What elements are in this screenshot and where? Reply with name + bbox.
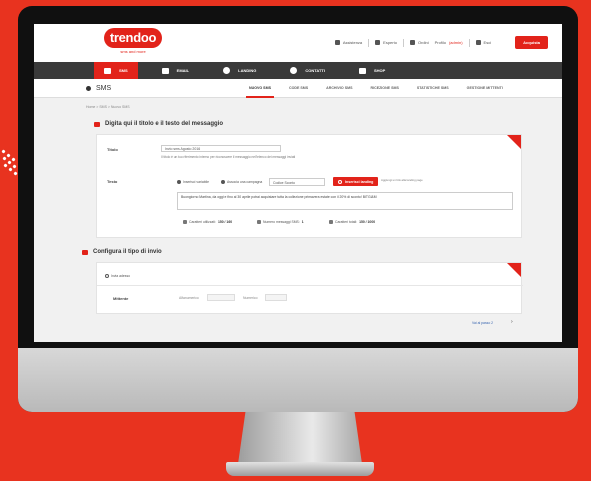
numeric-select[interactable] (265, 294, 287, 301)
top-actions: Assistenza Esperto Ordini Profilo (admin… (334, 36, 548, 49)
sms-count-counter: Numero messaggi SMS: 1 (257, 220, 304, 224)
chars-icon (183, 220, 187, 224)
monitor-stand (238, 412, 362, 464)
edit-icon (94, 121, 100, 127)
insert-landing-button[interactable]: Inserisci landing (333, 177, 379, 186)
alphanumeric-label: Alfanumerico (179, 296, 199, 300)
radio-campaign[interactable]: Associa una campagna (221, 180, 262, 184)
chevron-right-icon[interactable]: › (511, 319, 513, 325)
numeric-label: Numerico (243, 296, 258, 300)
screen: trendoo sms and more Assistenza Esperto … (34, 24, 562, 342)
sms-bubble-icon (86, 85, 91, 91)
nav-item-contacts[interactable]: CONTATTI (280, 62, 335, 79)
landing-hint: Aggiungi un link alla landing page (381, 178, 423, 182)
total-icon (329, 220, 333, 224)
top-bar: trendoo sms and more Assistenza Esperto … (34, 24, 562, 62)
sender-label: Mittente (113, 296, 129, 301)
nav-item-email[interactable]: EMAIL (152, 62, 199, 79)
help-link[interactable]: Assistenza (334, 40, 362, 45)
sub-header: SMS NUOVO SMS CODE SMS ARCHIVIO SMS RICE… (34, 79, 562, 98)
tab-senders[interactable]: GESTIONE MITTENTI (464, 79, 506, 98)
expert-link[interactable]: Esperto (375, 40, 397, 45)
text-label: Testo (107, 179, 118, 184)
settings-icon (82, 249, 88, 255)
total-chars-counter: Caratteri totali: 150 / 1000 (329, 220, 375, 224)
landing-icon (338, 179, 342, 184)
monitor-stand-base (226, 462, 374, 476)
tab-new-sms[interactable]: NUOVO SMS (246, 79, 274, 98)
logout-link[interactable]: Esci (475, 40, 491, 45)
landing-icon (223, 67, 231, 74)
message-textarea[interactable]: Buongiorno Martina, da oggi e fino al 30… (177, 192, 513, 210)
chars-counter: Caratteri utilizzati: 150 / 160 (183, 220, 232, 224)
page-title: SMS (86, 85, 111, 92)
sms-count-icon (257, 220, 261, 224)
sub-tabs: NUOVO SMS CODE SMS ARCHIVIO SMS RICEZION… (246, 79, 506, 98)
send-now-option[interactable]: Invia adesso (105, 274, 130, 278)
sms-icon (104, 67, 111, 74)
main-nav: SMS EMAIL LANDING CONTATTI SHOP (34, 62, 562, 79)
nav-item-sms[interactable]: SMS (94, 62, 138, 79)
user-icon (375, 40, 381, 45)
tab-receive-sms[interactable]: RICEZIONE SMS (368, 79, 402, 98)
message-card: Titolo Invio sms Agosto 2016 Il titolo è… (96, 134, 522, 238)
nav-item-shop[interactable]: SHOP (349, 62, 395, 79)
trendoo-logo[interactable]: trendoo sms and more (104, 28, 162, 56)
help-icon (334, 40, 340, 45)
tab-queue-sms[interactable]: CODE SMS (286, 79, 311, 98)
title-hint: Il titolo è un tuo riferimento interno p… (161, 155, 296, 159)
section-message-title: Digita qui il titolo e il testo del mess… (94, 121, 223, 127)
card-corner-badge (507, 135, 521, 149)
breadcrumb: Home > SMS > Nuovo SMS (86, 105, 130, 109)
orders-icon (409, 40, 415, 45)
variable-select[interactable]: Codice Sconto (269, 178, 325, 186)
card-corner-badge (507, 263, 521, 277)
tab-archive-sms[interactable]: ARCHIVIO SMS (323, 79, 355, 98)
cart-icon (358, 67, 366, 74)
orders-link[interactable]: Ordini (409, 40, 429, 45)
alphanumeric-select[interactable] (207, 294, 235, 301)
profile-link[interactable]: Profilo (admin) (435, 40, 463, 45)
logout-icon (475, 40, 481, 45)
email-icon (161, 67, 169, 74)
next-step-link[interactable]: Vai al passo 2 (472, 321, 493, 325)
nav-item-landing[interactable]: LANDING (213, 62, 266, 79)
radio-variable[interactable]: Inserisci variabile (177, 180, 209, 184)
contacts-icon (290, 67, 298, 74)
title-label: Titolo (107, 147, 118, 152)
title-input[interactable]: Invio sms Agosto 2016 (161, 145, 281, 152)
buy-button[interactable]: Acquista (515, 36, 548, 49)
send-type-card: Invia adesso Mittente Alfanumerico Numer… (96, 262, 523, 314)
tab-stats-sms[interactable]: STATISTICHE SMS (414, 79, 452, 98)
section-send-title: Configura il tipo di invio (82, 249, 162, 255)
monitor-chin (18, 348, 578, 412)
